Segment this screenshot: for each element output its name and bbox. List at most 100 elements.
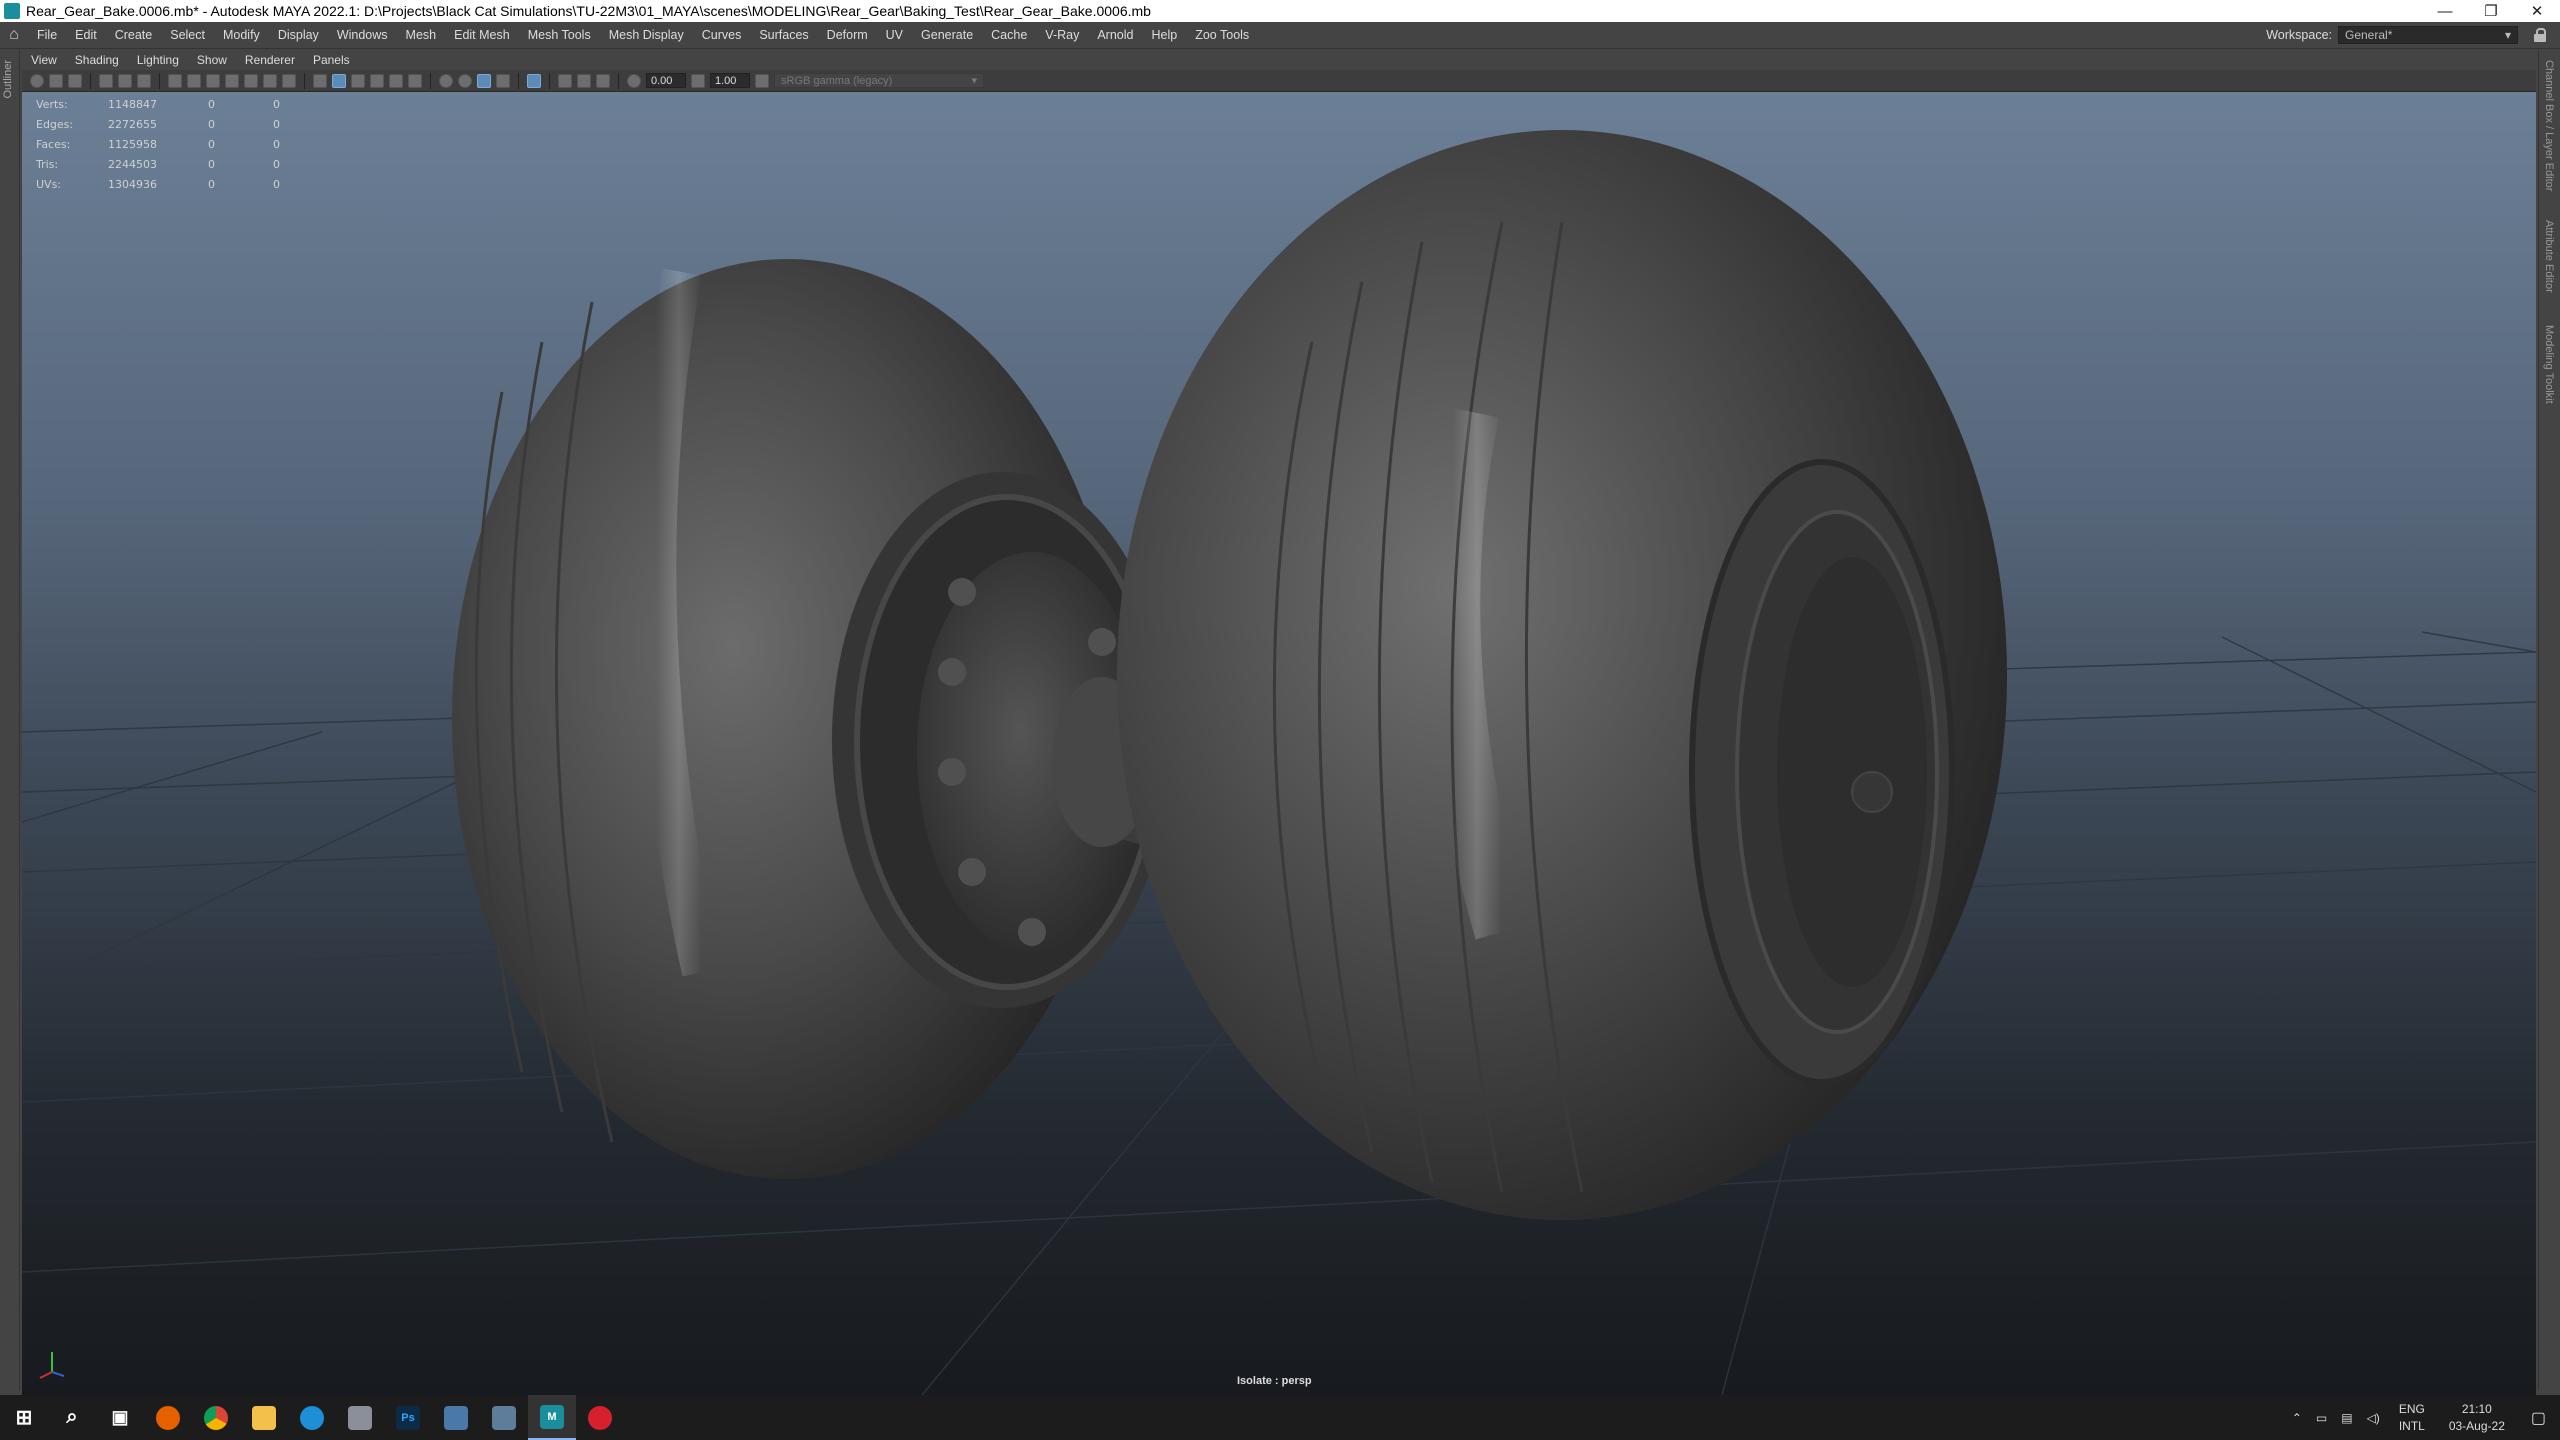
menu-arnold[interactable]: Arnold (1088, 28, 1142, 42)
safe-title-icon[interactable] (282, 73, 296, 88)
film-gate-icon[interactable] (187, 73, 201, 88)
taskbar-clock[interactable]: 21:10 03-Aug-22 (2437, 1401, 2517, 1435)
cloud-app-icon (348, 1405, 372, 1430)
modeling-toolkit-tab[interactable]: Modeling Toolkit (2543, 325, 2555, 404)
panel-menu-view[interactable]: View (22, 53, 66, 67)
wireframe-on-shaded-icon[interactable] (351, 73, 365, 88)
gamma-icon[interactable] (691, 73, 705, 88)
close-button[interactable]: ✕ (2514, 0, 2560, 22)
ambient-occlusion-icon[interactable] (439, 73, 453, 88)
safe-action-icon[interactable] (263, 73, 277, 88)
panel-menu-lighting[interactable]: Lighting (128, 53, 188, 67)
outliner-tab[interactable]: Outliner (2, 60, 14, 99)
menu-mesh-tools[interactable]: Mesh Tools (519, 28, 600, 42)
start-button[interactable]: ⊞ (0, 1395, 48, 1440)
taskbar-window-app[interactable] (432, 1395, 480, 1440)
backface-culling-icon[interactable] (596, 73, 610, 88)
exposure-icon[interactable] (627, 73, 641, 88)
motion-blur-icon[interactable] (458, 73, 472, 88)
language-indicator[interactable]: ENG INTL (2387, 1401, 2437, 1435)
depth-of-field-icon[interactable] (496, 73, 510, 88)
minimize-button[interactable]: — (2422, 0, 2468, 22)
notification-icon[interactable]: ▢ (2517, 1408, 2560, 1428)
resolution-gate-icon[interactable] (206, 73, 220, 88)
channel-box-tab[interactable]: Channel Box / Layer Editor (2543, 60, 2555, 191)
viewport-persp[interactable]: Verts: 1148847 0 0 Edges: 2272655 0 0 Fa… (22, 92, 2536, 1395)
grid-toggle-icon[interactable] (168, 73, 182, 88)
wireframe-icon[interactable] (313, 73, 327, 88)
menu-edit[interactable]: Edit (66, 28, 106, 42)
taskbar-firefox[interactable] (144, 1395, 192, 1440)
panel-menu-show[interactable]: Show (188, 53, 236, 67)
xray-joints-icon[interactable] (577, 73, 591, 88)
grease-pencil-icon[interactable] (137, 73, 151, 88)
search-icon: ⌕ (66, 1406, 78, 1428)
hud-row-uvs: UVs: 1304936 0 0 (36, 174, 313, 194)
menu-edit-mesh[interactable]: Edit Mesh (445, 28, 519, 42)
smooth-shade-icon[interactable] (332, 73, 346, 88)
taskbar-record-app[interactable] (576, 1395, 624, 1440)
view-transform-dropdown[interactable]: sRGB gamma (legacy) ▾ (774, 73, 984, 88)
menu-mesh[interactable]: Mesh (397, 28, 446, 42)
restore-button[interactable]: ❐ (2468, 0, 2514, 22)
image-plane-icon[interactable] (99, 73, 113, 88)
menu-vray[interactable]: V-Ray (1036, 28, 1088, 42)
shadows-icon[interactable] (408, 73, 422, 88)
gamma-field[interactable]: 1.00 (710, 73, 750, 88)
taskbar-photoshop[interactable]: Ps (384, 1395, 432, 1440)
xray-icon[interactable] (558, 73, 572, 88)
taskbar-edge[interactable] (288, 1395, 336, 1440)
lights-icon[interactable] (389, 73, 403, 88)
camera-select-icon[interactable] (30, 73, 44, 88)
textured-icon[interactable] (370, 73, 384, 88)
isolate-select-icon[interactable] (527, 73, 541, 88)
menu-help[interactable]: Help (1142, 28, 1186, 42)
window-title: Rear_Gear_Bake.0006.mb* - Autodesk MAYA … (26, 3, 1151, 19)
menu-cache[interactable]: Cache (982, 28, 1036, 42)
menu-deform[interactable]: Deform (818, 28, 877, 42)
menu-modify[interactable]: Modify (214, 28, 269, 42)
field-chart-icon[interactable] (244, 73, 258, 88)
menu-surfaces[interactable]: Surfaces (750, 28, 817, 42)
menu-mesh-display[interactable]: Mesh Display (600, 28, 693, 42)
menu-curves[interactable]: Curves (693, 28, 751, 42)
color-management-icon[interactable] (755, 73, 769, 88)
home-icon[interactable]: ⌂ (0, 22, 28, 49)
network-device-icon[interactable]: ▭ (2309, 1411, 2334, 1425)
lock-icon[interactable] (2534, 28, 2546, 42)
hud-row-tris: Tris: 2244503 0 0 (36, 154, 313, 174)
menu-zoo-tools[interactable]: Zoo Tools (1186, 28, 1258, 42)
task-view-button[interactable]: ▣ (96, 1395, 144, 1440)
panel-menu-renderer[interactable]: Renderer (236, 53, 304, 67)
menu-display[interactable]: Display (269, 28, 328, 42)
taskbar-chrome[interactable] (192, 1395, 240, 1440)
anti-aliasing-icon[interactable] (477, 73, 491, 88)
taskbar-cloud-app[interactable] (336, 1395, 384, 1440)
gate-mask-icon[interactable] (225, 73, 239, 88)
panel-menu-shading[interactable]: Shading (66, 53, 128, 67)
hud-label: Tris: (36, 157, 59, 171)
menu-windows[interactable]: Windows (328, 28, 397, 42)
search-button[interactable]: ⌕ (48, 1395, 96, 1440)
2d-pan-zoom-icon[interactable] (118, 73, 132, 88)
attribute-editor-tab[interactable]: Attribute Editor (2543, 220, 2555, 293)
menu-select[interactable]: Select (161, 28, 214, 42)
panel-menu-panels[interactable]: Panels (304, 53, 359, 67)
bookmark-icon[interactable] (68, 73, 82, 88)
menu-file[interactable]: File (28, 28, 66, 42)
taskbar-file-explorer[interactable] (240, 1395, 288, 1440)
hud-selected: 0 (208, 97, 215, 111)
camera-attributes-icon[interactable] (49, 73, 63, 88)
volume-icon[interactable]: ◁) (2360, 1411, 2387, 1425)
workspace-dropdown[interactable]: General* ▾ (2338, 26, 2518, 44)
menu-generate[interactable]: Generate (912, 28, 982, 42)
exposure-field[interactable]: 0.00 (646, 73, 686, 88)
menu-uv[interactable]: UV (877, 28, 912, 42)
menu-create[interactable]: Create (106, 28, 162, 42)
hud-third: 0 (273, 117, 280, 131)
chevron-up-icon[interactable]: ⌃ (2285, 1411, 2309, 1425)
taskbar-maya[interactable]: M (528, 1395, 576, 1440)
taskbar-notepad[interactable] (480, 1395, 528, 1440)
hud-third: 0 (273, 97, 280, 111)
network-icon[interactable]: ▤ (2334, 1411, 2359, 1425)
